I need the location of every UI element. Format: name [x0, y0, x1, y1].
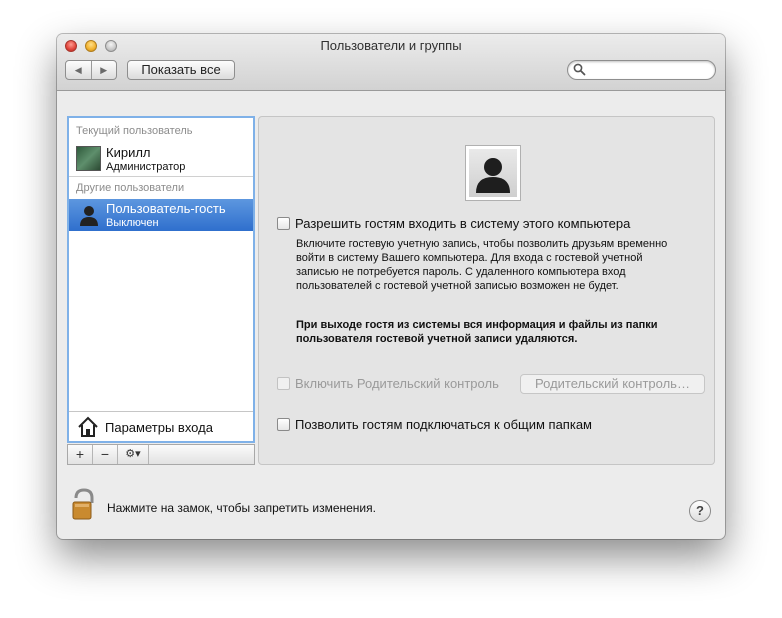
guest-user-status: Выключен [106, 217, 159, 229]
other-users-header: Другие пользователи [76, 182, 185, 194]
back-forward-control: ◀ ▶ [65, 60, 117, 80]
house-icon [78, 416, 98, 437]
back-button[interactable]: ◀ [66, 61, 91, 79]
forward-button[interactable]: ▶ [90, 61, 117, 79]
lock-message: Нажмите на замок, чтобы запретить измене… [107, 501, 376, 515]
search-field[interactable] [567, 60, 716, 80]
login-options-item[interactable]: Параметры входа [69, 411, 253, 442]
lock-icon[interactable] [72, 487, 96, 521]
remove-user-button[interactable]: − [93, 445, 118, 464]
guest-description: Включите гостевую учетную запись, чтобы … [296, 238, 668, 292]
sidebar-toolbar: + − ⚙▾ [67, 444, 255, 465]
guest-user-name: Пользователь-гость [106, 201, 226, 216]
current-user-name[interactable]: Кирилл [106, 145, 151, 160]
help-button[interactable]: ? [689, 500, 711, 522]
user-silhouette-icon [476, 158, 510, 193]
current-user-header: Текущий пользователь [76, 125, 193, 137]
login-options-label: Параметры входа [105, 420, 213, 435]
guest-avatar-icon [80, 206, 98, 226]
search-icon [573, 63, 586, 76]
add-user-button[interactable]: + [68, 445, 93, 464]
users-list: Текущий пользователь Кирилл Администрато… [67, 116, 255, 443]
parental-controls-button[interactable]: Родительский контроль… [520, 374, 705, 394]
parental-controls-label: Включить Родительский контроль [295, 376, 499, 391]
search-input[interactable] [588, 62, 712, 80]
titlebar: Пользователи и группы ◀ ▶ Показать все [57, 34, 725, 91]
user-avatar[interactable] [76, 146, 101, 171]
sidebar-item-guest[interactable]: Пользователь-гость Выключен [69, 199, 253, 231]
divider [69, 176, 253, 177]
action-menu-button[interactable]: ⚙▾ [118, 445, 149, 464]
show-all-button[interactable]: Показать все [127, 60, 235, 80]
shared-folders-label[interactable]: Позволить гостям подключаться к общим па… [295, 417, 592, 432]
guest-picture [465, 145, 521, 201]
guest-warning: При выходе гостя из системы вся информац… [296, 319, 658, 345]
allow-guests-checkbox[interactable] [277, 217, 290, 230]
window-title: Пользователи и группы [320, 38, 462, 53]
allow-guests-label[interactable]: Разрешить гостям входить в систему этого… [295, 216, 630, 231]
current-user-role: Администратор [106, 161, 186, 173]
guest-settings-panel: Разрешить гостям входить в систему этого… [258, 116, 715, 465]
preferences-window: Пользователи и группы ◀ ▶ Показать все Т… [57, 34, 725, 539]
parental-controls-checkbox[interactable] [277, 377, 290, 390]
shared-folders-checkbox[interactable] [277, 418, 290, 431]
